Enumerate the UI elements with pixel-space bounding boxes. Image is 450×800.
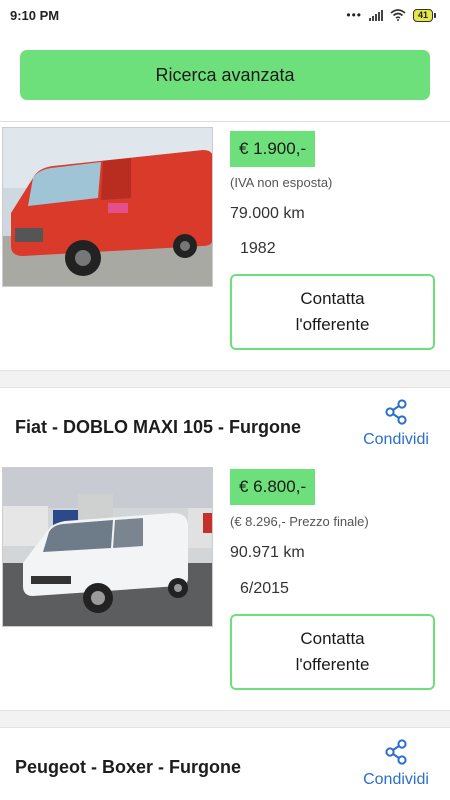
contact-line2: l'offerente [295, 655, 370, 674]
contact-seller-button[interactable]: Contatta l'offerente [230, 274, 435, 350]
battery-level: 41 [412, 8, 433, 22]
section-separator [0, 710, 450, 728]
advanced-search-button[interactable]: Ricerca avanzata [20, 50, 430, 100]
status-time: 9:10 PM [10, 7, 60, 23]
vehicle-photo[interactable] [2, 127, 213, 287]
listing-card: Peugeot - Boxer - Furgone Condividi [0, 727, 450, 800]
contact-line2: l'offerente [295, 315, 370, 334]
contact-seller-button[interactable]: Contatta l'offerente [230, 614, 435, 690]
contact-line1: Contatta [300, 289, 365, 308]
price-badge: € 1.900,- [230, 131, 316, 167]
price-badge: € 6.800,- [230, 469, 316, 505]
red-van-image [3, 128, 212, 286]
listing-card: Fiat - DOBLO MAXI 105 - Furgone Condivid… [0, 387, 450, 712]
share-button[interactable]: Condividi [355, 399, 437, 449]
listing-title[interactable]: Peugeot - Boxer - Furgone [15, 757, 241, 778]
white-van-image [3, 468, 212, 626]
final-price-note: (€ 8.296,- Prezzo finale) [230, 514, 369, 529]
registration-date: 6/2015 [240, 580, 289, 597]
share-label: Condividi [363, 771, 429, 788]
vehicle-photo[interactable] [2, 467, 213, 627]
share-button[interactable]: Condividi [355, 739, 437, 789]
mileage: 79.000 km [230, 205, 305, 222]
share-label: Condividi [363, 431, 429, 448]
signal-icon [368, 9, 383, 21]
vat-note: (IVA non esposta) [230, 175, 333, 190]
share-icon [385, 399, 407, 425]
listing-card: € 1.900,- (IVA non esposta) 79.000 km 19… [0, 122, 450, 372]
section-separator [0, 370, 450, 388]
battery-icon: 41 [412, 8, 436, 22]
contact-line1: Contatta [300, 629, 365, 648]
wifi-icon [390, 9, 406, 21]
registration-year: 1982 [240, 240, 276, 257]
notification-dots: ••• [346, 8, 362, 22]
mileage: 90.971 km [230, 544, 305, 561]
status-bar: 9:10 PM ••• 41 [0, 0, 450, 30]
share-icon [385, 739, 407, 765]
listing-title[interactable]: Fiat - DOBLO MAXI 105 - Furgone [15, 417, 301, 438]
status-icons: ••• 41 [346, 8, 436, 22]
